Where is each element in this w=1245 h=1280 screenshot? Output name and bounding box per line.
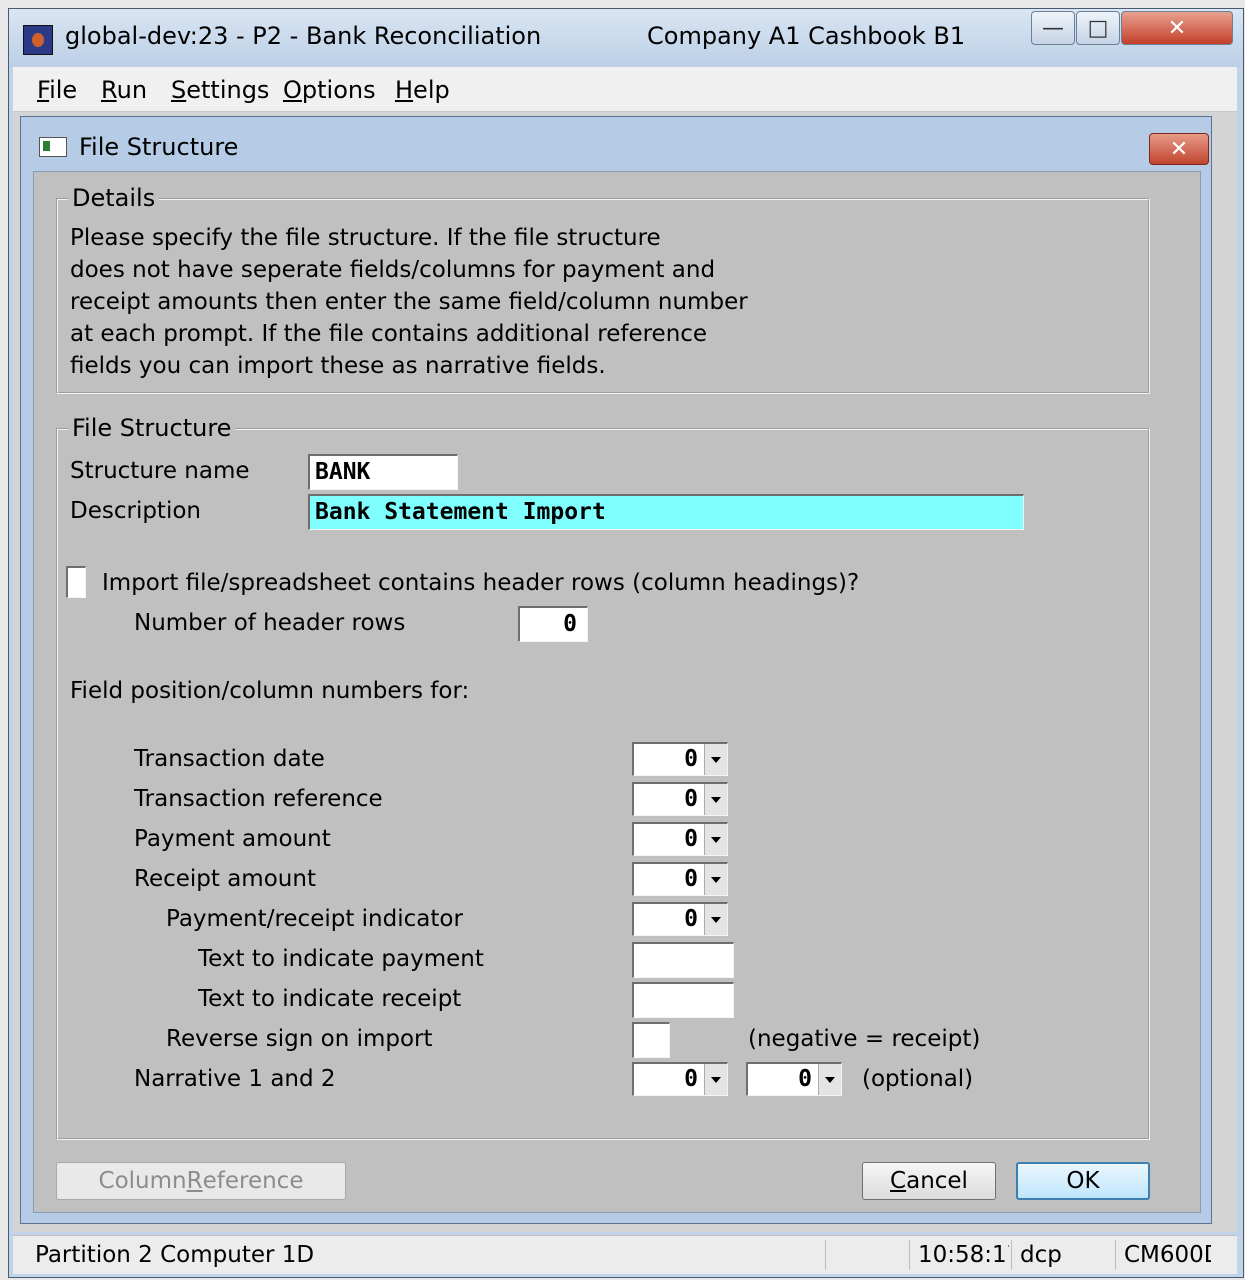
menu-options[interactable]: Options <box>283 76 376 104</box>
chevron-down-icon[interactable] <box>704 744 727 775</box>
company-cashbook: Company A1 Cashbook B1 <box>647 22 966 50</box>
status-spacer <box>825 1240 909 1270</box>
menu-run[interactable]: Run <box>101 76 147 104</box>
menu-bar: File Run Settings Options Help <box>13 67 1237 112</box>
reverse-sign-label: Reverse sign on import <box>166 1026 433 1052</box>
details-text: Please specify the file structure. If th… <box>70 225 748 379</box>
minimize-icon: — <box>1042 15 1064 41</box>
close-icon: ✕ <box>1169 136 1189 162</box>
reverse-sign-note: (negative = receipt) <box>748 1026 981 1052</box>
transaction-date-combo[interactable]: 0 <box>632 742 728 776</box>
number-header-rows-field[interactable]: 0 <box>518 606 588 642</box>
text-receipt-label: Text to indicate receipt <box>198 986 462 1012</box>
status-bar: Partition 2 Computer 1D 10:58:17 dcp CM6… <box>13 1235 1237 1274</box>
transaction-reference-combo[interactable]: 0 <box>632 782 728 816</box>
narrative1-combo[interactable]: 0 <box>632 1062 728 1096</box>
narrative-label: Narrative 1 and 2 <box>134 1066 336 1092</box>
ok-button[interactable]: OK <box>1016 1162 1150 1200</box>
app-icon[interactable] <box>23 25 53 55</box>
dialog-window-icon <box>39 137 67 157</box>
narrative2-value: 0 <box>798 1066 812 1092</box>
field-positions-heading: Field position/column numbers for: <box>70 678 470 704</box>
menu-file[interactable]: File <box>37 76 77 104</box>
file-structure-legend: File Structure <box>68 414 236 442</box>
reverse-sign-checkbox[interactable] <box>632 1022 670 1058</box>
narrative1-value: 0 <box>684 1066 698 1092</box>
header-rows-checkbox[interactable] <box>66 566 86 598</box>
dialog-title-bar[interactable]: File Structure ✕ <box>21 117 1211 175</box>
minimize-button[interactable]: — <box>1031 11 1075 45</box>
cancel-button[interactable]: Cancel <box>862 1162 996 1200</box>
details-group: Details Please specify the file structur… <box>56 184 1150 394</box>
chevron-down-icon[interactable] <box>704 784 727 815</box>
transaction-date-label: Transaction date <box>134 746 325 772</box>
transaction-date-value: 0 <box>684 746 698 772</box>
structure-name-label: Structure name <box>70 458 250 484</box>
payment-receipt-indicator-combo[interactable]: 0 <box>632 902 728 936</box>
dialog-body: Details Please specify the file structur… <box>33 171 1201 1213</box>
transaction-reference-value: 0 <box>684 786 698 812</box>
transaction-reference-label: Transaction reference <box>134 786 383 812</box>
status-user: dcp <box>1011 1240 1111 1270</box>
text-receipt-field[interactable] <box>632 982 734 1018</box>
status-time: 10:58:17 <box>909 1240 1009 1270</box>
maximize-icon: □ <box>1087 15 1109 41</box>
dialog-close-button[interactable]: ✕ <box>1149 133 1209 165</box>
payment-amount-combo[interactable]: 0 <box>632 822 728 856</box>
chevron-down-icon[interactable] <box>704 864 727 895</box>
chevron-down-icon[interactable] <box>818 1064 841 1095</box>
file-structure-dialog: File Structure ✕ Details Please specify … <box>20 116 1212 1224</box>
chevron-down-icon[interactable] <box>704 824 727 855</box>
narrative-note: (optional) <box>862 1066 974 1092</box>
text-payment-label: Text to indicate payment <box>198 946 484 972</box>
column-reference-button[interactable]: Column Reference <box>56 1162 346 1200</box>
payment-amount-value: 0 <box>684 826 698 852</box>
title-bar[interactable]: global-dev:23 - P2 - Bank Reconciliation… <box>9 9 1243 67</box>
window-title: global-dev:23 - P2 - Bank Reconciliation <box>65 22 542 50</box>
close-icon: ✕ <box>1167 15 1187 41</box>
payment-receipt-indicator-label: Payment/receipt indicator <box>166 906 463 932</box>
description-field[interactable]: Bank Statement Import <box>308 494 1024 530</box>
payment-receipt-indicator-value: 0 <box>684 906 698 932</box>
structure-name-field[interactable]: BANK <box>308 454 458 490</box>
details-legend: Details <box>68 184 160 212</box>
chevron-down-icon[interactable] <box>704 1064 727 1095</box>
file-structure-group: File Structure Structure name BANK Descr… <box>56 414 1150 1140</box>
receipt-amount-label: Receipt amount <box>134 866 316 892</box>
payment-amount-label: Payment amount <box>134 826 331 852</box>
receipt-amount-value: 0 <box>684 866 698 892</box>
header-rows-question: Import file/spreadsheet contains header … <box>102 570 860 596</box>
menu-help[interactable]: Help <box>395 76 450 104</box>
close-button[interactable]: ✕ <box>1121 11 1233 45</box>
maximize-button[interactable]: □ <box>1076 11 1120 45</box>
dialog-title: File Structure <box>79 133 239 161</box>
narrative2-combo[interactable]: 0 <box>746 1062 842 1096</box>
status-partition: Partition 2 Computer 1D <box>35 1242 315 1268</box>
description-label: Description <box>70 498 201 524</box>
text-payment-field[interactable] <box>632 942 734 978</box>
receipt-amount-combo[interactable]: 0 <box>632 862 728 896</box>
status-code: CM600D <box>1115 1240 1211 1270</box>
chevron-down-icon[interactable] <box>704 904 727 935</box>
number-header-rows-label: Number of header rows <box>134 610 406 636</box>
menu-settings[interactable]: Settings <box>171 76 269 104</box>
